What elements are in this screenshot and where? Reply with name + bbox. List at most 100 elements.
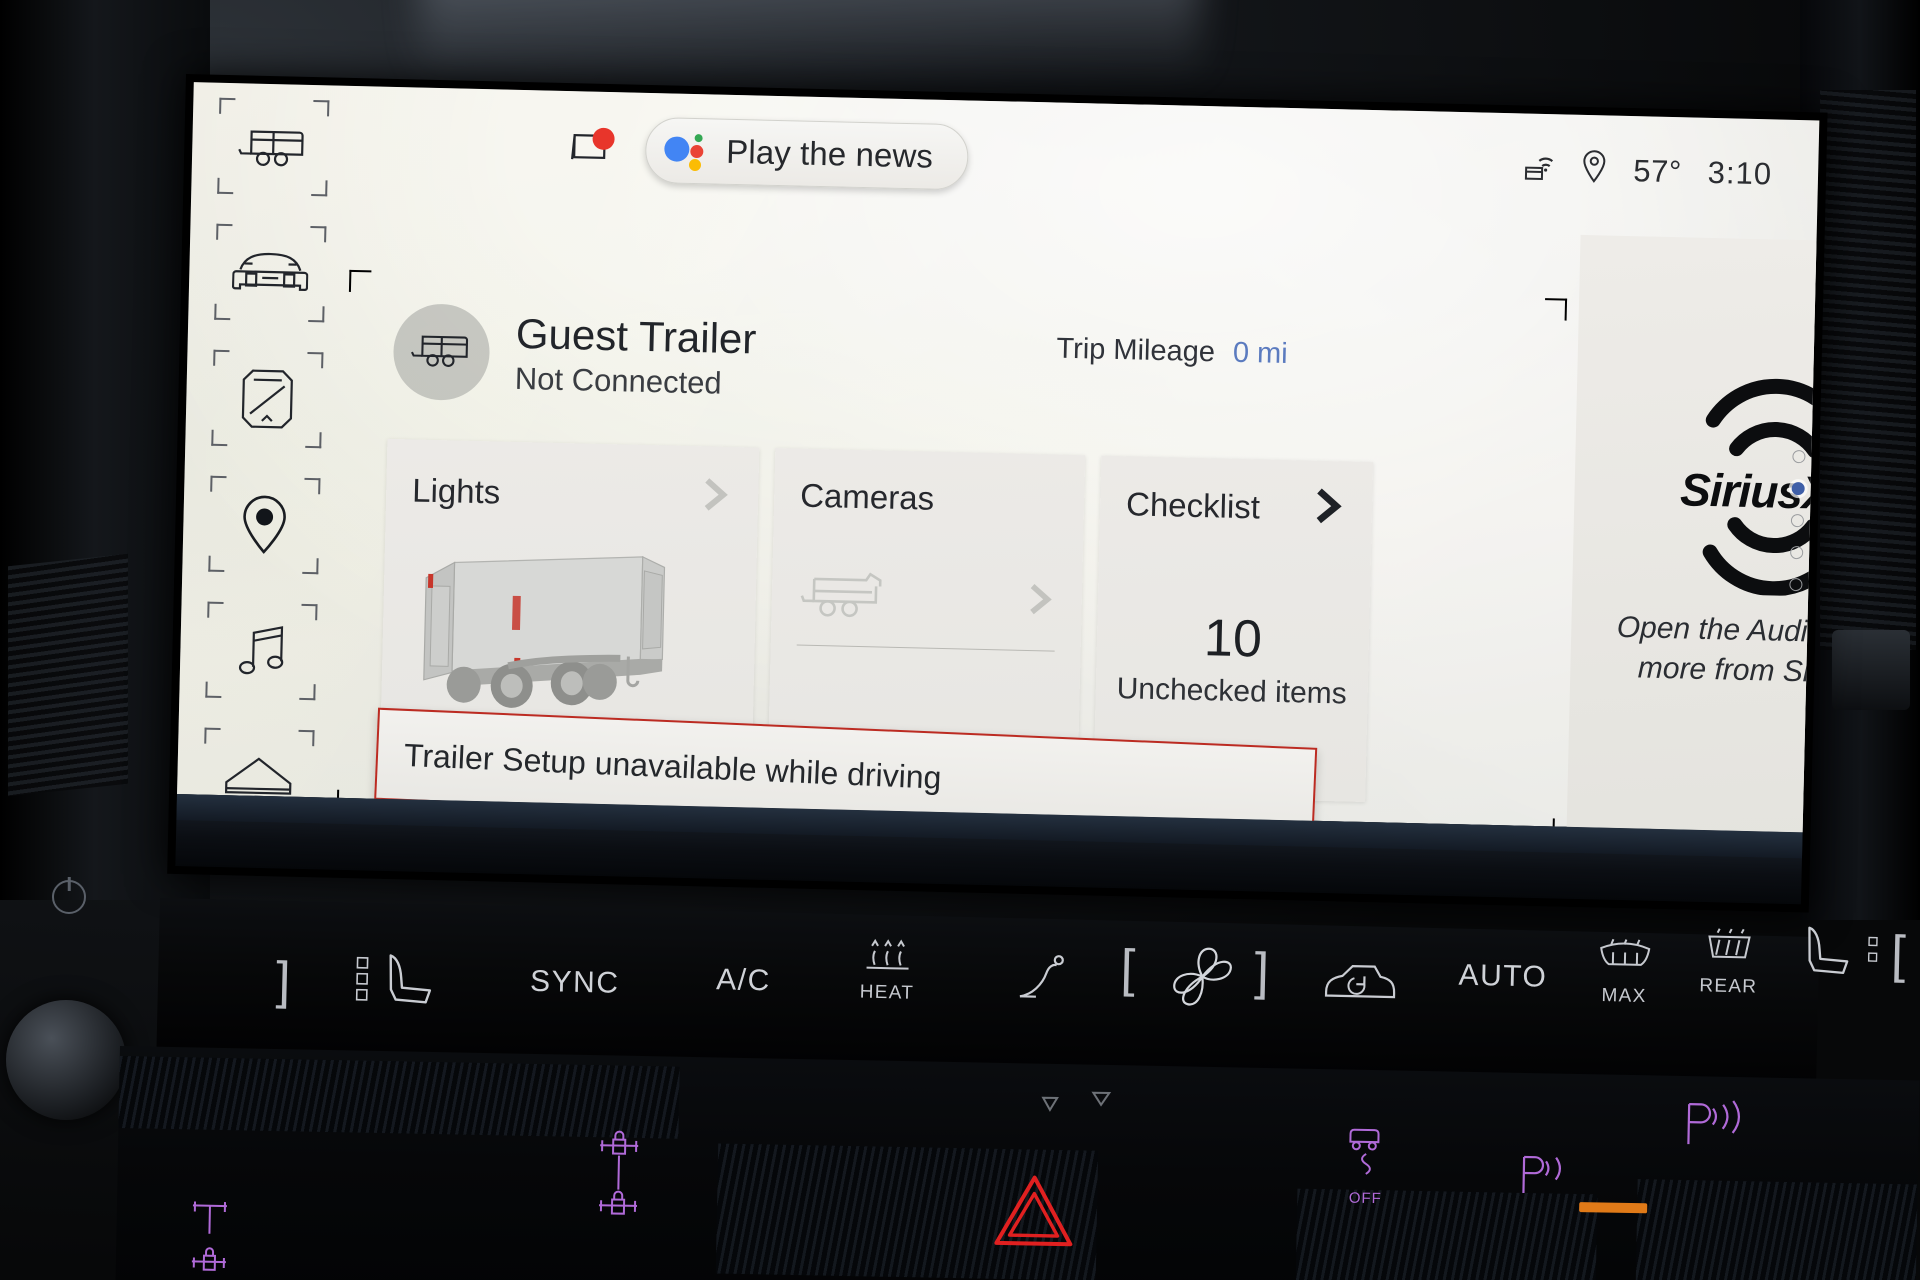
panel-corner: [1544, 298, 1568, 321]
rear-axle-lock-button[interactable]: [586, 1129, 650, 1255]
chevron-indicators: [1035, 1088, 1156, 1135]
phone-projection-icon: [240, 367, 295, 430]
assistant-suggestion-label: Play the news: [725, 132, 934, 175]
avatar: [392, 302, 491, 402]
park-assist-rear-button[interactable]: [1515, 1151, 1576, 1205]
trip-mileage: Trip Mileage 0 mi: [1056, 333, 1288, 371]
sidebar-item-navigation[interactable]: [208, 475, 321, 575]
fan-icon: [1164, 947, 1240, 1018]
driver-seat-button[interactable]: [353, 951, 438, 1014]
trailer-header: Guest Trailer Not Connected: [392, 302, 757, 408]
sidebar-item-trailer[interactable]: [217, 97, 330, 197]
ac-label: A/C: [715, 963, 772, 998]
traction-off-label: OFF: [1348, 1189, 1382, 1208]
notification-flag-icon[interactable]: [570, 127, 617, 172]
page-dot[interactable]: [1792, 449, 1806, 464]
lcd-display: Play the news 57° 3:10 Guest Trailer Not…: [177, 82, 1820, 833]
page-dot[interactable]: [1790, 545, 1804, 560]
vehicle-front-icon: [231, 247, 309, 299]
seat-level-icon: [353, 956, 370, 1007]
divider: [796, 644, 1055, 652]
connected-vehicle-wifi-icon[interactable]: [1521, 147, 1556, 190]
sidebar-item-vehicle[interactable]: [214, 223, 327, 323]
lights-card-title: Lights: [411, 470, 501, 511]
sidebar: [190, 89, 340, 833]
cameras-card-title: Cameras: [799, 476, 935, 517]
unchecked-count-label: Unchecked items: [1116, 672, 1348, 711]
chevron-right-icon: [702, 474, 733, 520]
airflow-mode-button[interactable]: [1018, 950, 1071, 1008]
front-axle-lock-button[interactable]: [181, 1197, 239, 1280]
seat-icon: [379, 951, 438, 1013]
windshield-defrost-icon: [1594, 938, 1654, 983]
fan-button[interactable]: [1163, 940, 1241, 1019]
climate-right-bracket: [: [1890, 925, 1907, 985]
fan-bracket-right: ]: [1253, 942, 1270, 1002]
console-grille: [118, 1055, 680, 1139]
heat-waves-icon: [858, 938, 916, 979]
trailer-render-image: [403, 543, 737, 726]
page-dot[interactable]: [1790, 513, 1805, 528]
chevron-right-icon: [1027, 580, 1056, 624]
sync-label: SYNC: [529, 964, 620, 1000]
right-air-vent: [1820, 90, 1916, 650]
lower-console: OFF: [115, 1046, 1920, 1280]
google-assistant-icon: [664, 130, 711, 172]
auto-button[interactable]: AUTO: [1458, 959, 1548, 995]
console-grille: [1635, 1179, 1918, 1280]
power-button[interactable]: [52, 880, 86, 914]
checklist-card-title: Checklist: [1125, 484, 1261, 525]
sidebar-item-audio[interactable]: [205, 601, 318, 701]
trip-mileage-value: 0 mi: [1232, 336, 1289, 371]
trailer-camera-icon: [797, 565, 894, 630]
panel-corner: [348, 269, 372, 293]
page-title: Guest Trailer: [515, 310, 757, 363]
trip-mileage-label: Trip Mileage: [1056, 332, 1216, 369]
heat-button[interactable]: HEAT: [858, 936, 918, 1004]
seat-icon: [1798, 923, 1855, 983]
sidebar-item-phone[interactable]: [211, 349, 324, 449]
page-dot-active[interactable]: [1791, 481, 1805, 496]
status-indicators: 57° 3:10: [1521, 147, 1773, 195]
park-assist-active-indicator: [1579, 1202, 1648, 1214]
right-trim-panel: [1832, 630, 1910, 710]
seat-level-icon: [1865, 932, 1882, 977]
fan-bracket-left: [: [1119, 939, 1136, 998]
location-pin-filled-icon: [239, 493, 290, 556]
max-label: MAX: [1601, 984, 1647, 1008]
recirculate-button[interactable]: [1320, 959, 1401, 1012]
chevron-right-icon: [1314, 485, 1347, 533]
sync-button[interactable]: SYNC: [530, 965, 620, 1001]
passenger-seat-button[interactable]: [: [1798, 923, 1906, 985]
siriusxm-message: Open the Audio app for more from SiriusX…: [1616, 610, 1820, 691]
hazard-button[interactable]: [990, 1169, 1078, 1262]
windshield-glare: [420, 0, 1200, 80]
rear-defrost-icon: [1699, 928, 1759, 973]
siriusxm-widget[interactable]: SiriusXM ® Open the Audio app for more f…: [1566, 234, 1820, 833]
page-dot[interactable]: [1789, 577, 1803, 592]
traction-control-off-button[interactable]: OFF: [1341, 1121, 1391, 1207]
infotainment-screen: Play the news 57° 3:10 Guest Trailer Not…: [167, 74, 1828, 913]
dashboard-background: Play the news 57° 3:10 Guest Trailer Not…: [0, 0, 1920, 1280]
rear-defrost-button[interactable]: REAR: [1698, 926, 1760, 998]
toast-message: Trailer Setup unavailable while driving: [403, 736, 943, 796]
recirculate-car-icon: [1320, 965, 1400, 1011]
airflow-person-icon: [1018, 955, 1070, 1007]
volume-knob[interactable]: [6, 1000, 126, 1120]
trailer-icon: [409, 329, 474, 375]
climate-left-bracket: ]: [275, 951, 292, 1011]
outside-temperature: 57°: [1632, 153, 1683, 190]
heat-label: HEAT: [859, 981, 915, 1004]
assistant-suggestion-button[interactable]: Play the news: [644, 116, 969, 191]
ac-button[interactable]: A/C: [716, 963, 771, 998]
park-assist-button[interactable]: [1678, 1098, 1747, 1156]
music-note-icon: [235, 622, 288, 679]
trailer-icon: [237, 123, 310, 171]
location-pin-icon[interactable]: [1581, 149, 1608, 192]
clock: 3:10: [1707, 154, 1773, 192]
max-defrost-button[interactable]: MAX: [1594, 936, 1656, 1008]
left-air-vent: [8, 553, 128, 797]
unchecked-count: 10: [1203, 609, 1263, 669]
rear-label: REAR: [1699, 975, 1758, 998]
connection-status: Not Connected: [514, 360, 723, 401]
